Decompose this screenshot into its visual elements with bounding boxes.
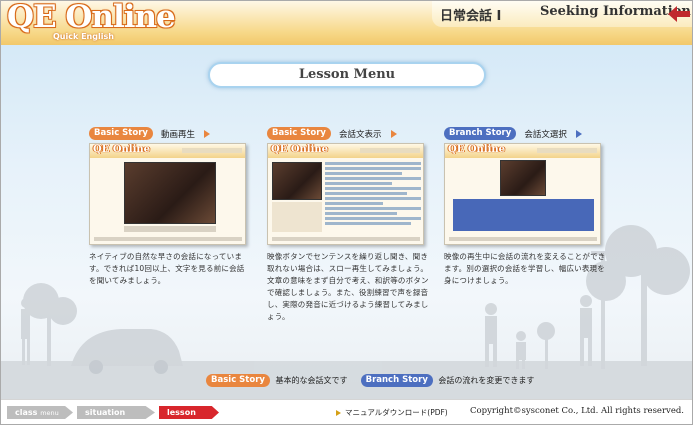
footer-bar: class menu situation menu lesson menu マニ… bbox=[1, 399, 692, 424]
breadcrumb-situation-menu[interactable]: situation menu bbox=[77, 406, 155, 419]
control-panel bbox=[272, 202, 322, 232]
header-bar: QE Online Quick English 日常会話 I Seeking I… bbox=[1, 1, 692, 45]
thumbnail-footer bbox=[449, 237, 597, 241]
thumbnail-title-bar bbox=[537, 148, 597, 153]
thumbnail-header: QE Online bbox=[268, 144, 423, 158]
copyright: Copyright©sysconet Co., Ltd. All rights … bbox=[470, 406, 684, 416]
lesson-thumbnail[interactable]: QE Online bbox=[89, 143, 246, 245]
breadcrumb-label: lesson bbox=[167, 408, 196, 417]
lesson-thumbnail[interactable]: QE Online bbox=[267, 143, 424, 245]
column-basic-script: Basic Story 会話文表示 QE Online 映像ボタンでセンテンスを… bbox=[267, 123, 437, 321]
back-arrow-icon[interactable] bbox=[668, 6, 690, 22]
branch-story-badge: Branch Story bbox=[444, 127, 517, 140]
video-frame bbox=[272, 162, 322, 200]
manual-download-label: マニュアルダウンロード(PDF) bbox=[345, 408, 448, 417]
breadcrumb-class-menu[interactable]: class menu bbox=[7, 406, 73, 419]
column-description: 映像の再生中に会話の流れを変えることができます。別の選択の会話を学習し、幅広い表… bbox=[444, 252, 606, 285]
video-frame bbox=[500, 160, 546, 196]
thumbnail-footer bbox=[272, 237, 420, 241]
arrow-icon bbox=[336, 410, 341, 416]
column-label[interactable]: 会話文表示 bbox=[339, 130, 382, 140]
video-frame bbox=[124, 162, 216, 224]
app-window: QE Online Quick English 日常会話 I Seeking I… bbox=[0, 0, 693, 425]
thumbnail-title-bar bbox=[182, 148, 242, 153]
thumbnail-header: QE Online bbox=[445, 144, 600, 158]
video-controls bbox=[124, 226, 216, 232]
breadcrumb-label: situation bbox=[85, 408, 126, 417]
column-description: ネイティブの自然な早さの会話になっています。できれば10回以上、文字を見る前に会… bbox=[89, 252, 245, 285]
play-triangle-icon[interactable] bbox=[575, 129, 582, 138]
logo[interactable]: QE Online Quick English bbox=[7, 1, 237, 45]
breadcrumb-lesson-menu[interactable]: lesson menu bbox=[159, 406, 219, 419]
thumbnail-logo: QE Online bbox=[448, 144, 506, 155]
breadcrumb-sublabel: menu bbox=[40, 409, 59, 417]
basic-story-badge: Basic Story bbox=[267, 127, 331, 140]
thumbnail-header: QE Online bbox=[90, 144, 245, 158]
basic-story-legend-text: 基本的な会話文です bbox=[275, 376, 348, 385]
column-basic-video: Basic Story 動画再生 QE Online ネイティブの自然な早さの会… bbox=[89, 123, 259, 285]
thumbnail-title-bar bbox=[360, 148, 420, 153]
column-label[interactable]: 会話文選択 bbox=[524, 130, 567, 140]
lesson-thumbnail[interactable]: QE Online bbox=[444, 143, 601, 245]
basic-story-badge: Basic Story bbox=[89, 127, 153, 140]
lesson-title-box: 日常会話 I Seeking Information bbox=[432, 1, 692, 27]
basic-story-badge: Basic Story bbox=[206, 374, 270, 387]
column-label[interactable]: 動画再生 bbox=[161, 130, 195, 140]
category-title: 日常会話 I bbox=[440, 9, 502, 24]
branch-story-badge: Branch Story bbox=[360, 374, 433, 387]
logo-subtitle: Quick English bbox=[53, 32, 114, 41]
thumbnail-logo: QE Online bbox=[271, 144, 329, 155]
thumbnail-footer bbox=[94, 237, 242, 241]
play-triangle-icon[interactable] bbox=[204, 129, 211, 138]
logo-text: QE Online bbox=[7, 0, 176, 35]
choice-panel bbox=[453, 199, 594, 231]
play-triangle-icon[interactable] bbox=[390, 129, 397, 138]
script-lines bbox=[325, 162, 421, 227]
column-branch-select: Branch Story 会話文選択 QE Online 映像の再生中に会話の流… bbox=[444, 123, 614, 285]
branch-story-legend-text: 会話の流れを変更できます bbox=[438, 376, 535, 385]
manual-download-link[interactable]: マニュアルダウンロード(PDF) bbox=[336, 407, 448, 418]
thumbnail-logo: QE Online bbox=[93, 144, 151, 155]
lesson-menu-title: Lesson Menu bbox=[208, 62, 486, 88]
column-description: 映像ボタンでセンテンスを繰り返し聞き、聞き取れない場合は、スロー再生してみましょ… bbox=[267, 252, 429, 321]
breadcrumb-label: class bbox=[15, 408, 38, 417]
story-legend: Basic Story 基本的な会話文です Branch Story 会話の流れ… bbox=[206, 374, 534, 387]
